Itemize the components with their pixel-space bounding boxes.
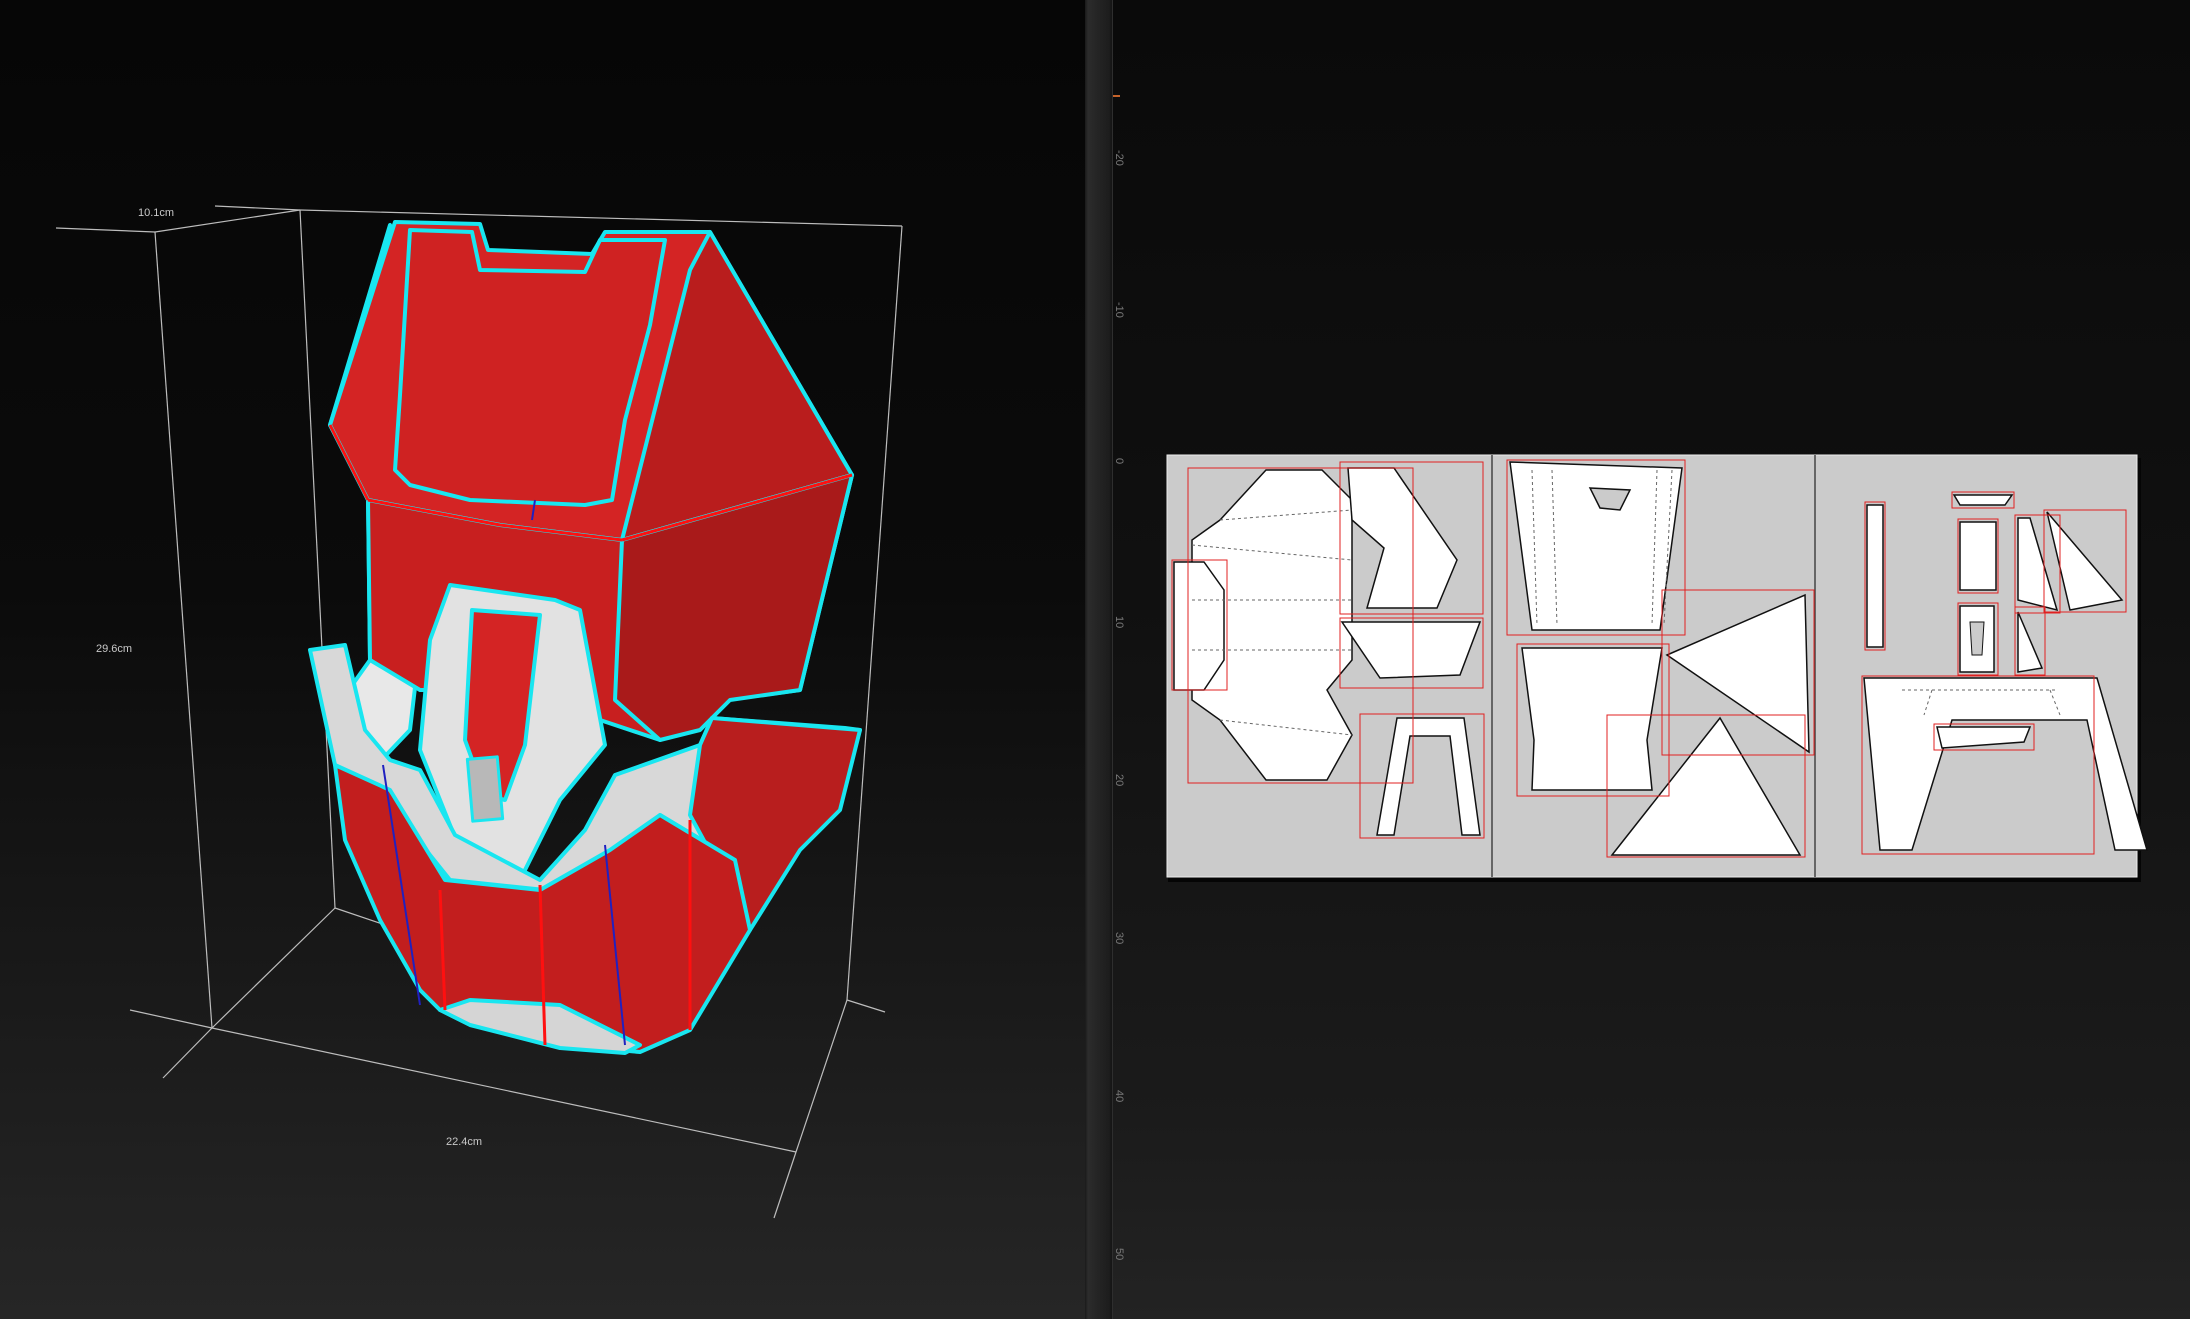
pattern-slot	[1969, 621, 1985, 656]
pattern-scene[interactable]: -20 -10 0 10 20 30 40 50	[1112, 0, 2190, 1319]
pattern-piece-tab-a[interactable]	[1952, 494, 2014, 506]
ruler-label-30: 30	[1113, 932, 1125, 944]
depth-dimension-label: 10.1cm	[138, 207, 174, 219]
model-slot	[465, 755, 505, 823]
pattern-piece-strip-a[interactable]	[1866, 504, 1884, 648]
ruler-label-20: 20	[1113, 774, 1125, 786]
3d-viewport[interactable]: 10.1cm 29.6cm 22.4cm	[0, 0, 1085, 1319]
panel-splitter[interactable]	[1085, 0, 1112, 1319]
vertical-ruler: -20 -10 0 10 20 30 40 50	[1112, 0, 1125, 1319]
ruler-label-neg20: -20	[1113, 150, 1125, 166]
ruler-label-10: 10	[1113, 616, 1125, 628]
pattern-viewport[interactable]: -20 -10 0 10 20 30 40 50	[1112, 0, 2190, 1319]
height-dimension-label: 29.6cm	[96, 643, 132, 655]
pattern-piece-strip-left[interactable]	[1173, 561, 1225, 691]
helmet-model[interactable]	[308, 220, 862, 1055]
ruler-label-50: 50	[1113, 1248, 1125, 1260]
3d-scene[interactable]: 10.1cm 29.6cm 22.4cm	[0, 0, 1085, 1319]
ruler-label-40: 40	[1113, 1090, 1125, 1102]
pattern-piece-rect-a[interactable]	[1959, 521, 1997, 591]
pattern-piece-face-front[interactable]	[1509, 461, 1683, 631]
ruler-label-0: 0	[1113, 458, 1125, 464]
ruler-label-neg10: -10	[1113, 302, 1125, 318]
pattern-piece-face-back[interactable]	[1521, 647, 1663, 791]
width-dimension-label: 22.4cm	[446, 1136, 482, 1148]
